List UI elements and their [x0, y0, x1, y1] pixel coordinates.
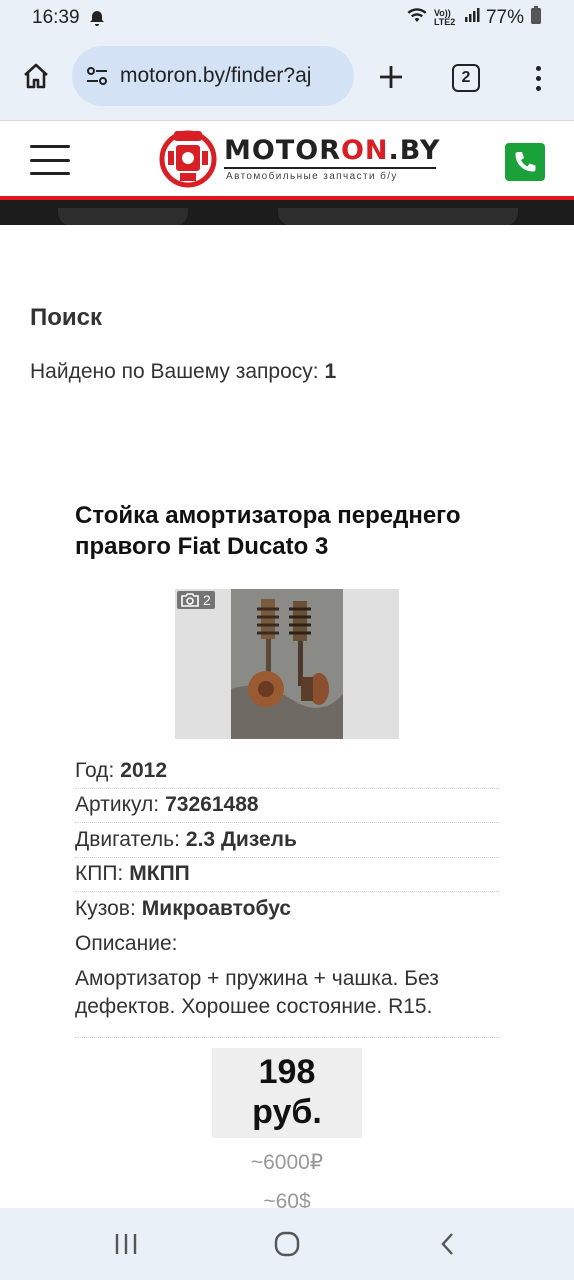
status-time: 16:39: [32, 7, 80, 28]
browser-menu-button[interactable]: [524, 60, 552, 96]
brand-name: MOTORON.BY: [224, 135, 441, 166]
battery-icon: [530, 6, 542, 30]
nav-band: [0, 200, 574, 225]
spec-row-article: Артикул: 73261488: [75, 789, 499, 823]
spec-row-engine: Двигатель: 2.3 Дизель: [75, 823, 499, 858]
product-photo[interactable]: [231, 589, 343, 739]
wifi-icon: [406, 6, 428, 30]
page-title: Поиск: [30, 304, 103, 331]
call-button[interactable]: [505, 143, 545, 181]
price-amount: 198: [258, 1053, 316, 1091]
product-specs: Год: 2012 Артикул: 73261488 Двигатель: 2…: [75, 754, 499, 1038]
found-count: 1: [324, 360, 337, 383]
price-rub: ~6000₽: [250, 1151, 324, 1174]
signal-icon: [464, 7, 480, 29]
product-photo-gallery[interactable]: 2: [175, 589, 399, 739]
status-bar: 16:39 Vo)) LTE2 77%: [0, 0, 574, 36]
system-nav-bar: [0, 1208, 574, 1280]
back-chevron-icon: [441, 1233, 453, 1255]
hamburger-menu-icon[interactable]: [30, 145, 70, 175]
search-result-count: Найдено по Вашему запросу: 1: [30, 360, 336, 384]
network-label: Vo)) LTE2: [433, 8, 456, 27]
plus-icon: [380, 66, 402, 88]
home-nav-button[interactable]: [267, 1228, 307, 1260]
photo-count: 2: [203, 592, 211, 608]
photo-count-badge: 2: [177, 591, 215, 609]
alarm-icon: [88, 9, 106, 27]
site-header: MOTORON.BY Автомобильные запчасти б/у: [0, 120, 574, 196]
tab-count: 2: [461, 69, 471, 86]
spec-row-gearbox: КПП: МКПП: [75, 858, 499, 892]
battery-percent: 77%: [485, 7, 524, 28]
camera-icon: [181, 593, 199, 607]
browser-toolbar: motoron.by/finder?aj 2: [0, 36, 574, 120]
spec-row-body: Кузов: Микроавтобус: [75, 897, 292, 921]
product-title[interactable]: Стойка амортизатора переднего правого Fi…: [75, 500, 515, 562]
new-tab-button[interactable]: [374, 60, 408, 94]
address-bar[interactable]: motoron.by/finder?aj: [72, 46, 354, 106]
recent-apps-button[interactable]: [106, 1228, 146, 1260]
logo-underline: [224, 167, 436, 169]
phone-icon: [515, 152, 536, 172]
home-icon: [24, 63, 48, 89]
more-vert-icon: [535, 65, 541, 71]
found-label: Найдено по Вашему запросу:: [30, 360, 319, 383]
engine-logo-icon: [159, 130, 217, 188]
back-button[interactable]: [428, 1228, 468, 1260]
price-box: 198 руб.: [212, 1048, 362, 1138]
price-currency: руб.: [252, 1093, 322, 1131]
tab-switcher-button[interactable]: 2: [452, 64, 480, 92]
site-settings-icon[interactable]: [84, 63, 110, 89]
spec-row-year: Год: 2012: [75, 754, 499, 789]
recent-apps-icon: [115, 1234, 137, 1254]
brand-tagline: Автомобильные запчасти б/у: [226, 171, 398, 182]
home-button[interactable]: [18, 58, 54, 94]
url-text[interactable]: motoron.by/finder?aj: [120, 64, 311, 88]
product-description: Амортизатор + пружина + чашка. Без дефек…: [75, 961, 499, 1038]
site-logo[interactable]: MOTORON.BY Автомобильные запчасти б/у: [158, 127, 440, 193]
description-label: Описание:: [75, 931, 178, 955]
home-circle-icon: [274, 1231, 300, 1257]
